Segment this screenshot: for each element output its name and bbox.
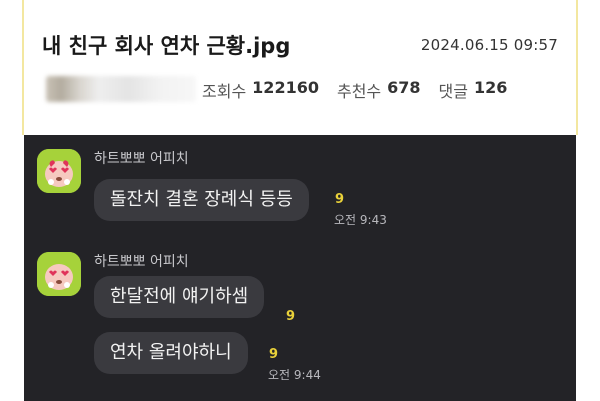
- message-time: 오전 9:43: [334, 213, 387, 227]
- stat-comments-label: 댓글: [438, 82, 468, 101]
- chat-screenshot: 하트뽀뽀 어피치 돌잔치 결혼 장례식 등등 9 오전 9:43 하트뽀뽀 어피…: [24, 135, 576, 401]
- stat-views: 조회수 122160: [202, 78, 319, 102]
- post-date: 2024.06.15 09:57: [420, 36, 558, 54]
- apeach-avatar-icon[interactable]: [37, 252, 81, 296]
- message-time: 오전 9:44: [268, 368, 321, 382]
- stat-comments-value: 126: [474, 78, 508, 97]
- post-header: 내 친구 회사 연차 근황.jpg 2024.06.15 09:57 조회수 1…: [24, 0, 576, 135]
- post-stats: 조회수 122160 추천수 678 댓글 126: [202, 78, 507, 102]
- stat-comments[interactable]: 댓글 126: [439, 78, 508, 102]
- unread-count: 9: [269, 347, 279, 362]
- stat-recommend-value: 678: [387, 78, 421, 97]
- message-bubble[interactable]: 한달전에 얘기하셈: [94, 276, 265, 318]
- message-bubble[interactable]: 돌잔치 결혼 장례식 등등: [94, 179, 309, 221]
- message-bubble[interactable]: 연차 올려야하니: [94, 332, 248, 374]
- frame-border-right: [576, 0, 578, 135]
- sender-name: 하트뽀뽀 어피치: [94, 151, 189, 167]
- stat-recommend-label: 추천수: [336, 82, 382, 101]
- stat-views-value: 122160: [252, 78, 319, 97]
- unread-count: 9: [286, 309, 296, 324]
- stat-views-label: 조회수: [202, 82, 247, 101]
- unread-count: 9: [335, 192, 345, 207]
- post-title[interactable]: 내 친구 회사 연차 근황.jpg: [42, 30, 290, 60]
- apeach-avatar-icon[interactable]: [37, 149, 81, 193]
- author-name-blurred[interactable]: [46, 76, 196, 102]
- sender-name: 하트뽀뽀 어피치: [94, 254, 189, 270]
- stat-recommend: 추천수 678: [337, 78, 421, 102]
